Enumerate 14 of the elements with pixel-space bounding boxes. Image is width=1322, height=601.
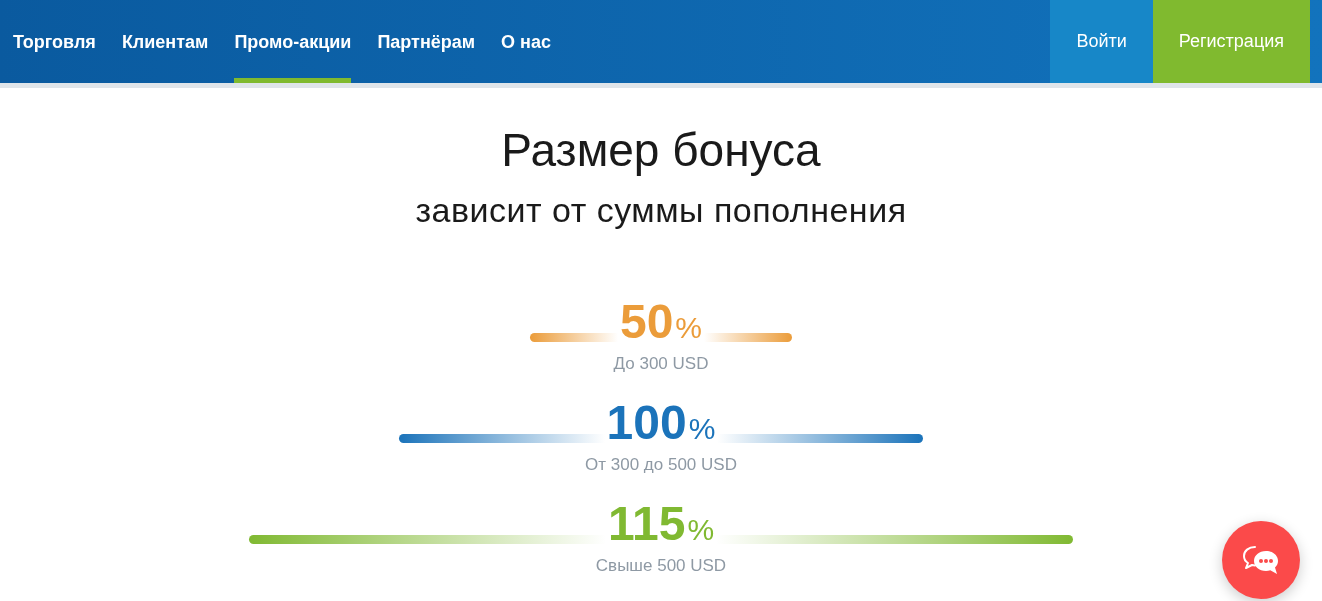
login-button[interactable]: Войти — [1050, 0, 1153, 83]
deposit-range: От 300 до 500 USD — [585, 455, 737, 475]
chat-button[interactable] — [1222, 521, 1300, 599]
nav-tab[interactable]: Партнёрам — [377, 0, 476, 83]
page-subtitle: зависит от суммы пополнения — [415, 193, 907, 227]
nav-tab[interactable]: Клиентам — [121, 0, 209, 83]
deposit-range: Свыше 500 USD — [595, 556, 727, 576]
bonus-percent: 50% — [618, 298, 704, 346]
nav-tab[interactable]: О нас — [501, 0, 551, 83]
chat-bubbles-icon — [1242, 544, 1280, 576]
deposit-range: До 300 USD — [613, 354, 709, 374]
nav-tab[interactable]: Торговля — [13, 0, 96, 83]
bonus-percent: 100% — [605, 399, 717, 447]
bonus-percent: 115% — [606, 500, 716, 548]
